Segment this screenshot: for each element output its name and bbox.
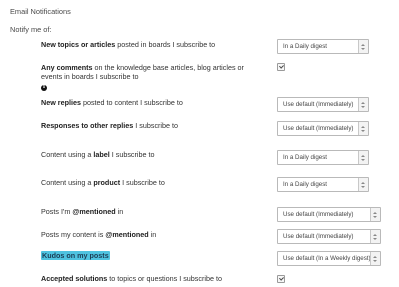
product-content-frequency-select[interactable]: In a Daily digest (277, 177, 369, 192)
info-icon[interactable] (41, 84, 47, 91)
chevron-up-down-icon (358, 151, 368, 164)
content-mentioned-frequency-select[interactable]: Use default (Immediately) (277, 229, 381, 244)
label-post: on the knowledge base articles, blog art… (92, 63, 244, 72)
row-label-line2: events in boards I subscribe to (41, 72, 139, 81)
notify-me-of-label: Notify me of: (10, 25, 52, 34)
label-bold: label (93, 150, 110, 159)
label-bold: New topics or articles (41, 40, 116, 49)
select-value: In a Daily digest (283, 154, 328, 161)
label-bold: Any comments (41, 63, 93, 72)
select-value: Use default (Immediately) (283, 101, 354, 108)
chevron-up-down-icon (358, 98, 368, 111)
label-content-frequency-select[interactable]: In a Daily digest (277, 150, 369, 165)
label-bold: product (93, 178, 121, 187)
accepted-solutions-checkbox[interactable] (277, 275, 285, 283)
row-label: New replies posted to content I subscrib… (41, 98, 183, 108)
row-label: Posts my content is @mentioned in (41, 230, 156, 240)
label-bold: @mentioned (72, 207, 116, 216)
chevron-up-down-icon (358, 122, 368, 135)
chevron-up-down-icon (358, 178, 368, 191)
label-post: in (115, 207, 124, 216)
posts-mentioned-frequency-select[interactable]: Use default (Immediately) (277, 207, 381, 222)
label-pre: Posts I'm (41, 207, 73, 216)
row-label: Responses to other replies I subscribe t… (41, 121, 178, 131)
select-value: In a Daily digest (283, 181, 328, 188)
label-post: I subscribe to (133, 121, 179, 130)
label-pre: Posts my content is (41, 230, 106, 239)
any-comments-checkbox[interactable] (277, 63, 285, 71)
select-value: In a Daily digest (283, 43, 328, 50)
label-post: posted in boards I subscribe to (115, 40, 216, 49)
chevron-up-down-icon (370, 208, 380, 221)
select-value: Use default (Immediately) (283, 233, 354, 240)
row-label: New topics or articles posted in boards … (41, 40, 215, 50)
chevron-up-down-icon (358, 40, 368, 53)
new-replies-frequency-select[interactable]: Use default (Immediately) (277, 97, 369, 112)
select-value: Use default (Immediately) (283, 211, 354, 218)
chevron-up-down-icon (370, 230, 380, 243)
new-topics-frequency-select[interactable]: In a Daily digest (277, 39, 369, 54)
row-label: Content using a label I subscribe to (41, 150, 155, 160)
row-label: Content using a product I subscribe to (41, 178, 165, 188)
label-pre: Content using a (41, 178, 94, 187)
label-post: to topics or questions I subscribe to (107, 274, 222, 283)
kudos-frequency-select[interactable]: Use default (In a Weekly digest) (277, 251, 381, 266)
label-bold: @mentioned (105, 230, 149, 239)
label-bold: New replies (41, 98, 81, 107)
label-bold: Responses to other replies (41, 121, 134, 130)
select-value: Use default (In a Weekly digest) (283, 255, 371, 262)
label-post: I subscribe to (120, 178, 165, 187)
email-notifications-title: Email Notifications (10, 7, 71, 16)
row-label: Accepted solutions to topics or question… (41, 274, 222, 284)
label-bold-highlighted: Kudos on my posts (41, 251, 110, 260)
label-bold: Accepted solutions (41, 274, 108, 283)
chevron-up-down-icon (370, 252, 380, 265)
label-post: posted to content I subscribe to (80, 98, 183, 107)
label-pre: Content using a (41, 150, 94, 159)
label-post: I subscribe to (109, 150, 155, 159)
row-label: Posts I'm @mentioned in (41, 207, 123, 217)
responses-frequency-select[interactable]: Use default (Immediately) (277, 121, 369, 136)
label-post: in (148, 230, 157, 239)
select-value: Use default (Immediately) (283, 125, 354, 132)
row-label: Kudos on my posts (41, 251, 110, 261)
